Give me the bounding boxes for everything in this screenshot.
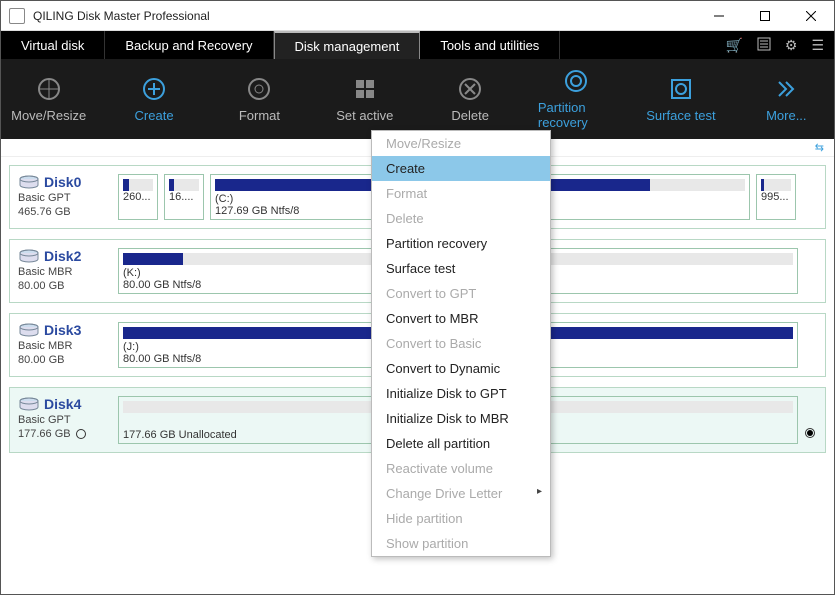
format-icon xyxy=(246,76,272,102)
tool-delete[interactable]: Delete xyxy=(433,76,508,123)
menu-item: Show partition xyxy=(372,531,550,556)
partition[interactable]: 260... xyxy=(118,174,158,220)
tool-set-active[interactable]: Set active xyxy=(327,76,402,123)
menu-item: Hide partition xyxy=(372,506,550,531)
move-resize-icon xyxy=(36,76,62,102)
cart-icon[interactable]: 🛒 xyxy=(725,37,742,54)
context-menu: Move/ResizeCreateFormatDeletePartition r… xyxy=(371,130,551,557)
disk-info: Disk0 Basic GPT 465.76 GB xyxy=(18,174,118,220)
refresh-icon[interactable]: ⇆ xyxy=(815,141,824,154)
list-icon[interactable] xyxy=(757,37,771,54)
disk-icon xyxy=(18,174,40,190)
menu-item: Delete xyxy=(372,206,550,231)
tab-label: Backup and Recovery xyxy=(125,38,252,53)
close-button[interactable] xyxy=(788,1,834,31)
tabbar: Virtual disk Backup and Recovery Disk ma… xyxy=(1,31,834,59)
tool-label: Delete xyxy=(451,108,489,123)
menu-item[interactable]: Convert to MBR xyxy=(372,306,550,331)
menu-item: Change Drive Letter xyxy=(372,481,550,506)
row-radio[interactable] xyxy=(803,396,817,444)
disk-icon xyxy=(18,322,40,338)
tool-label: Format xyxy=(239,108,280,123)
disk-name: Disk0 xyxy=(44,174,81,190)
partition[interactable]: 16.... xyxy=(164,174,204,220)
radio-filled-icon xyxy=(805,428,815,438)
disk-info: Disk4 Basic GPT 177.66 GB xyxy=(18,396,118,444)
tool-label: Create xyxy=(135,108,174,123)
menu-item[interactable]: Initialize Disk to MBR xyxy=(372,406,550,431)
delete-icon xyxy=(457,76,483,102)
disk-icon xyxy=(18,396,40,412)
tool-more[interactable]: More... xyxy=(749,76,824,123)
disk-type: Basic MBR xyxy=(18,266,118,278)
more-icon xyxy=(773,76,799,102)
partition[interactable]: 995... xyxy=(756,174,796,220)
menu-item: Move/Resize xyxy=(372,131,550,156)
disk-type: Basic MBR xyxy=(18,340,118,352)
tool-surface-test[interactable]: Surface test xyxy=(643,76,718,123)
tab-tools-utilities[interactable]: Tools and utilities xyxy=(420,31,560,59)
partition-sub: 260... xyxy=(119,191,157,205)
menu-item: Convert to Basic xyxy=(372,331,550,356)
menu-item[interactable]: Convert to Dynamic xyxy=(372,356,550,381)
menu-icon[interactable]: ☰ xyxy=(811,37,824,54)
menu-item[interactable]: Create xyxy=(372,156,550,181)
menu-item: Format xyxy=(372,181,550,206)
tool-move-resize[interactable]: Move/Resize xyxy=(11,76,86,123)
disk-type: Basic GPT xyxy=(18,192,118,204)
menu-item[interactable]: Surface test xyxy=(372,256,550,281)
menu-item[interactable]: Delete all partition xyxy=(372,431,550,456)
tool-partition-recovery[interactable]: Partition recovery xyxy=(538,68,613,130)
partition-sub: 995... xyxy=(757,191,795,205)
radio-icon[interactable] xyxy=(76,429,86,439)
maximize-button[interactable] xyxy=(742,1,788,31)
disk-info: Disk3 Basic MBR 80.00 GB xyxy=(18,322,118,368)
usage-bar xyxy=(169,179,199,191)
tool-label: Partition recovery xyxy=(538,100,613,130)
tool-label: Set active xyxy=(336,108,393,123)
disk-name: Disk3 xyxy=(44,322,81,338)
tab-label: Virtual disk xyxy=(21,38,84,53)
partition-recovery-icon xyxy=(563,68,589,94)
disk-size: 177.66 GB xyxy=(18,428,118,440)
disk-icon xyxy=(18,248,40,264)
disk-size: 80.00 GB xyxy=(18,354,118,366)
disk-name: Disk4 xyxy=(44,396,81,412)
tab-virtual-disk[interactable]: Virtual disk xyxy=(1,31,105,59)
util-icons: 🛒 ⚙ ☰ xyxy=(715,31,834,59)
disk-type: Basic GPT xyxy=(18,414,118,426)
set-active-icon xyxy=(352,76,378,102)
titlebar: QILING Disk Master Professional xyxy=(1,1,834,31)
tab-backup-recovery[interactable]: Backup and Recovery xyxy=(105,31,273,59)
menu-item: Convert to GPT xyxy=(372,281,550,306)
window-buttons xyxy=(696,1,834,31)
disk-info: Disk2 Basic MBR 80.00 GB xyxy=(18,248,118,294)
menu-item: Reactivate volume xyxy=(372,456,550,481)
toolbar: Move/Resize Create Format Set active Del… xyxy=(1,59,834,139)
disk-name: Disk2 xyxy=(44,248,81,264)
tool-label: Surface test xyxy=(646,108,715,123)
gear-icon[interactable]: ⚙ xyxy=(785,37,798,54)
usage-bar xyxy=(123,179,153,191)
tab-label: Disk management xyxy=(295,39,400,54)
menu-item[interactable]: Initialize Disk to GPT xyxy=(372,381,550,406)
tool-label: Move/Resize xyxy=(11,108,86,123)
minimize-button[interactable] xyxy=(696,1,742,31)
tab-disk-management[interactable]: Disk management xyxy=(274,31,421,59)
menu-item[interactable]: Partition recovery xyxy=(372,231,550,256)
tab-label: Tools and utilities xyxy=(440,38,539,53)
tool-create[interactable]: Create xyxy=(116,76,191,123)
tool-format[interactable]: Format xyxy=(222,76,297,123)
app-icon xyxy=(9,8,25,24)
disk-size: 80.00 GB xyxy=(18,280,118,292)
disk-size: 465.76 GB xyxy=(18,206,118,218)
partition-sub: 16.... xyxy=(165,191,203,205)
surface-test-icon xyxy=(668,76,694,102)
create-icon xyxy=(141,76,167,102)
window-title: QILING Disk Master Professional xyxy=(33,9,696,23)
usage-bar xyxy=(761,179,791,191)
tool-label: More... xyxy=(766,108,806,123)
